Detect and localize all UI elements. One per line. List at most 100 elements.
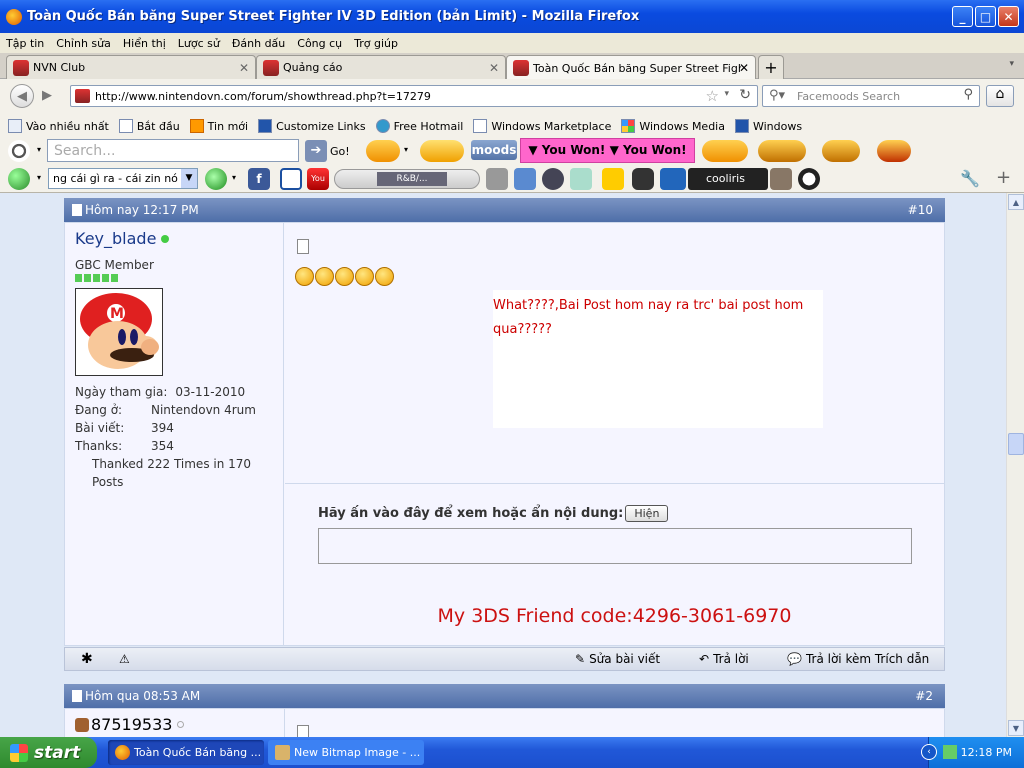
quote-reply-button[interactable]: 💬 Trả lời kèm Trích dẫn xyxy=(787,652,929,666)
tv-icon[interactable] xyxy=(280,168,302,190)
report-warning-icon[interactable]: ⚠ xyxy=(119,652,130,666)
spoiler-show-button[interactable]: Hiện xyxy=(625,505,669,522)
gamepad-smiley-icon[interactable] xyxy=(702,140,748,162)
tv-smiley-icon[interactable] xyxy=(877,140,911,162)
new-tab-button[interactable]: + xyxy=(758,55,784,79)
scroll-down-icon[interactable]: ▼ xyxy=(1008,720,1024,736)
post-header-2: Hôm qua 08:53 AM #2 xyxy=(64,684,945,708)
menu-bookmarks[interactable]: Đánh dấu xyxy=(232,37,285,50)
bookmark-customize-links[interactable]: Customize Links xyxy=(258,119,366,133)
menu-file[interactable]: Tập tin xyxy=(6,37,44,50)
tab-close-icon[interactable]: ✕ xyxy=(489,61,499,75)
rate-star-icon[interactable]: ✱ xyxy=(81,651,93,667)
game-icon[interactable] xyxy=(632,168,654,190)
search-engine-icon[interactable]: ⚲▾ xyxy=(769,88,785,103)
home-icon[interactable]: ⌂ xyxy=(986,85,1014,107)
menu-tools[interactable]: Công cụ xyxy=(297,37,342,50)
tab-list-icon[interactable]: ▾ xyxy=(1009,59,1014,69)
radio-app-icon[interactable] xyxy=(486,168,508,190)
mario-favicon-icon xyxy=(13,59,29,76)
magnifier-icon[interactable] xyxy=(205,168,227,190)
menu-view[interactable]: Hiển thị xyxy=(123,37,166,50)
clock[interactable]: 12:18 PM xyxy=(961,746,1012,759)
search-bar[interactable]: ⚲▾ Facemoods Search ⚲ xyxy=(762,85,980,107)
facebook-icon[interactable]: f xyxy=(248,168,270,190)
edit-label: Sửa bài viết xyxy=(589,652,661,666)
go-label[interactable]: Go! xyxy=(330,145,350,158)
post-number[interactable]: #2 xyxy=(915,689,933,703)
moods-button[interactable]: moods xyxy=(471,140,517,160)
bookmark-free-hotmail[interactable]: Free Hotmail xyxy=(375,119,463,133)
scroll-thumb[interactable] xyxy=(1008,433,1024,455)
page-icon xyxy=(118,119,133,133)
translate-icon[interactable] xyxy=(570,168,592,190)
tab-close-icon[interactable]: ✕ xyxy=(239,61,249,75)
close-button[interactable]: ✕ xyxy=(998,6,1019,27)
tab-active-thread[interactable]: Toàn Quốc Bán băng Super Street Fighte..… xyxy=(506,55,756,80)
edit-post-button[interactable]: ✎ Sửa bài viết xyxy=(575,652,660,666)
toolbar-search-input[interactable]: Search... xyxy=(47,139,299,162)
bookmark-latest-news[interactable]: Tin mới xyxy=(189,119,248,133)
smiley-pack-icon[interactable] xyxy=(366,140,400,162)
ad-banner[interactable]: ▼ You Won! ▼ You Won! xyxy=(520,138,695,163)
chevron-down-icon[interactable]: ▼ xyxy=(181,169,197,188)
reload-icon[interactable]: ↻ xyxy=(739,87,751,103)
forward-icon[interactable]: ▶ xyxy=(36,84,58,106)
vertical-scrollbar[interactable]: ▲ ▼ xyxy=(1006,193,1024,737)
dropdown-icon[interactable]: ▾ xyxy=(37,173,41,182)
menu-edit[interactable]: Chỉnh sửa xyxy=(56,37,111,50)
search-go-icon[interactable]: ⚲ xyxy=(963,87,973,102)
tab-close-icon[interactable]: ✕ xyxy=(739,61,749,75)
go-arrow-icon[interactable]: ➔ xyxy=(305,140,327,162)
addon-icon[interactable] xyxy=(770,168,792,190)
camera-smiley-icon[interactable] xyxy=(758,140,806,162)
bookmark-most-visited[interactable]: Vào nhiều nhất xyxy=(8,119,109,133)
tray-expand-icon[interactable]: ‹ xyxy=(921,744,937,760)
invader-icon[interactable] xyxy=(660,168,686,190)
laughing-smiley-icon xyxy=(335,267,354,286)
url-bar[interactable]: http://www.nintendovn.com/forum/showthre… xyxy=(70,85,758,107)
smiley-speech-icon[interactable] xyxy=(420,140,464,162)
maximize-button[interactable]: □ xyxy=(975,6,996,27)
radio-player[interactable]: R&B/... xyxy=(334,169,480,189)
tab-quang-cao[interactable]: Quảng cáo ✕ xyxy=(256,55,506,79)
photo-smiley-icon[interactable] xyxy=(822,140,860,162)
disc-icon[interactable] xyxy=(542,168,564,190)
task-firefox[interactable]: Toàn Quốc Bán băng ... xyxy=(108,740,264,765)
post-number[interactable]: #10 xyxy=(908,203,933,217)
youtube-icon[interactable]: You xyxy=(307,168,329,190)
firefox-icon xyxy=(6,8,22,25)
bookmark-windows-media[interactable]: Windows Media xyxy=(621,119,725,133)
reply-arrow-icon: ↶ xyxy=(699,652,710,666)
dropdown-icon[interactable]: ▾ xyxy=(232,173,236,182)
start-button[interactable]: start xyxy=(0,737,97,768)
back-icon[interactable]: ◀ xyxy=(10,84,34,108)
task-paint[interactable]: New Bitmap Image - ... xyxy=(268,740,424,765)
avatar[interactable]: M xyxy=(75,288,163,376)
bookmark-star-icon[interactable]: ☆ xyxy=(706,87,719,105)
bookmark-getting-started[interactable]: Bắt đầu xyxy=(118,119,180,133)
dropdown-icon[interactable]: ▾ xyxy=(404,145,408,154)
reply-button[interactable]: ↶ Trả lời xyxy=(699,652,749,666)
username-link[interactable]: 87519533 xyxy=(75,715,185,734)
globe-icon[interactable] xyxy=(8,168,30,190)
bookmark-windows-marketplace[interactable]: Windows Marketplace xyxy=(473,119,611,133)
cooliris-button[interactable]: cooliris xyxy=(688,168,768,190)
ebay-icon[interactable] xyxy=(602,168,624,190)
menu-help[interactable]: Trợ giúp xyxy=(354,37,398,50)
eyes-icon[interactable] xyxy=(8,140,30,162)
add-toolbar-icon[interactable]: + xyxy=(996,167,1011,188)
menu-history[interactable]: Lược sử xyxy=(178,37,220,50)
minimize-button[interactable]: _ xyxy=(952,6,973,27)
tab-nvn-club[interactable]: NVN Club ✕ xyxy=(6,55,256,79)
dropdown-icon[interactable]: ▾ xyxy=(37,145,41,154)
username-link[interactable]: Key_blade xyxy=(75,229,170,248)
bookmark-windows[interactable]: Windows xyxy=(734,119,802,133)
toolbar-select[interactable]: ng cái gì ra - cái zin nó có r ▼ xyxy=(48,168,198,189)
online-radio-icon[interactable] xyxy=(514,168,536,190)
url-dropdown-icon[interactable]: ▾ xyxy=(724,89,729,99)
wrench-icon[interactable]: 🔧 xyxy=(960,169,980,188)
network-icon[interactable] xyxy=(943,745,957,759)
soccer-icon[interactable] xyxy=(798,168,820,190)
scroll-up-icon[interactable]: ▲ xyxy=(1008,194,1024,210)
